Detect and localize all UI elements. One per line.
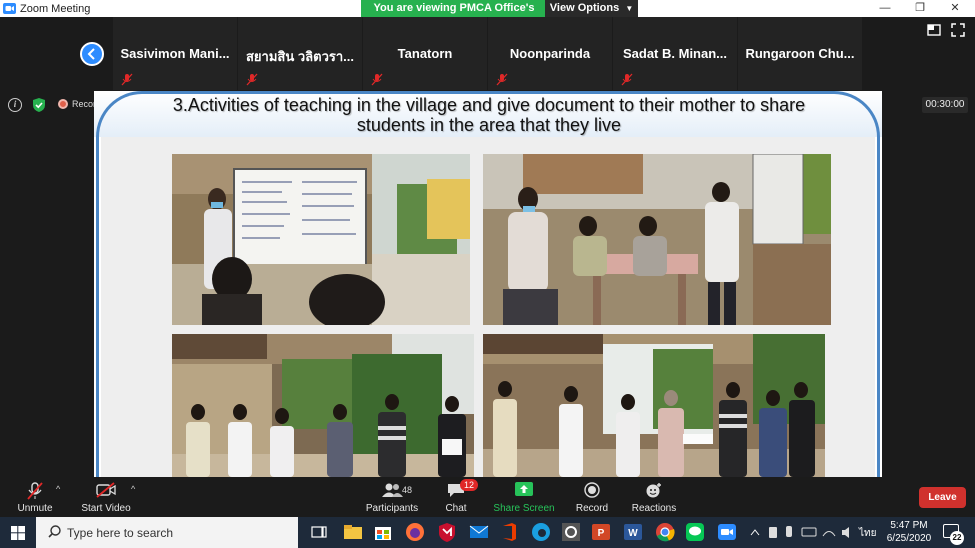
record-button[interactable]: Record <box>570 477 614 517</box>
volume-icon <box>842 527 849 538</box>
meeting-timer: 00:30:00 <box>922 97 968 113</box>
onedrive-icon <box>769 527 777 538</box>
meeting-controls-toolbar: Unmute ^ Start Video ^ Participants 48 C… <box>0 477 975 517</box>
participant-tile[interactable]: Noonparinda <box>488 17 612 90</box>
chevron-left-icon <box>87 48 95 60</box>
zoom-logo-icon <box>3 3 16 14</box>
share-status-label: You are viewing PMCA Office's screen <box>361 0 545 31</box>
photo-teaching-whiteboard <box>172 154 470 325</box>
search-icon <box>48 525 61 538</box>
svg-text:W: W <box>628 528 638 539</box>
file-explorer-icon[interactable] <box>342 521 364 543</box>
start-button[interactable] <box>0 517 36 548</box>
record-icon <box>584 482 600 498</box>
participants-count: 48 <box>402 485 413 495</box>
shared-screen-slide: 3.Activities of teaching in the village … <box>94 91 882 477</box>
recording-dot-icon <box>58 99 68 109</box>
slide-title: 3.Activities of teaching in the village … <box>172 95 806 135</box>
participants-icon <box>382 483 403 497</box>
view-options-button[interactable]: View Options ▼ <box>545 0 638 17</box>
search-placeholder: Type here to search <box>67 526 174 540</box>
mic-muted-icon <box>621 73 633 86</box>
mic-muted-icon <box>371 73 383 86</box>
share-screen-icon <box>515 482 533 496</box>
mic-muted-icon <box>496 73 508 86</box>
notification-count-badge: 22 <box>950 531 964 545</box>
smiley-add-icon <box>646 483 661 498</box>
participant-tile[interactable]: Sasivimon Mani... <box>113 17 237 90</box>
security-shield-icon[interactable] <box>32 97 46 113</box>
photo-document-handover <box>483 334 825 477</box>
task-view-icon[interactable] <box>308 521 330 543</box>
participant-name: Sadat B. Minan... <box>622 46 727 61</box>
participant-name: สยามสิน วลิตวรา... <box>246 49 354 64</box>
screen-share-banner: You are viewing PMCA Office's screen Vie… <box>361 0 638 31</box>
windows-logo-icon <box>11 526 25 540</box>
chevron-down-icon: ▼ <box>625 4 634 13</box>
photo-students-group-holding-papers <box>172 334 474 477</box>
participant-tile[interactable]: สยามสิน วลิตวรา... <box>238 17 362 90</box>
gallery-view-icon[interactable] <box>927 24 941 36</box>
input-language[interactable]: ไทย <box>859 526 876 541</box>
zoom-meeting-window: Zoom Meeting — ❐ ✕ You are viewing PMCA … <box>0 0 975 548</box>
audio-options-caret[interactable]: ^ <box>56 484 60 494</box>
zoom-app-icon[interactable] <box>716 521 738 543</box>
fullscreen-icon[interactable] <box>951 23 965 37</box>
usb-icon <box>786 526 792 537</box>
gallery-previous-button[interactable] <box>80 42 104 66</box>
mic-muted-icon <box>246 73 258 86</box>
participant-tile[interactable]: Rungaroon Chu... <box>738 17 862 90</box>
video-off-icon <box>96 482 116 498</box>
participants-button[interactable]: Participants <box>364 477 420 517</box>
minimize-button[interactable]: — <box>868 0 902 17</box>
mcafee-icon[interactable] <box>436 521 458 543</box>
svg-text:P: P <box>598 528 605 539</box>
show-hidden-icons-icon <box>750 529 760 536</box>
line-app-icon[interactable] <box>684 521 706 543</box>
participant-name: Noonparinda <box>509 46 591 61</box>
close-button[interactable]: ✕ <box>938 0 972 17</box>
chat-unread-badge: 12 <box>460 479 478 491</box>
settings-app-icon[interactable] <box>560 521 582 543</box>
window-title: Zoom Meeting <box>20 2 91 15</box>
participant-name: Rungaroon Chu... <box>745 46 855 61</box>
leave-meeting-button[interactable]: Leave <box>919 487 966 508</box>
photo-outdoor-class-table <box>483 154 831 325</box>
taskbar-search-box[interactable]: Type here to search <box>36 517 298 548</box>
reactions-button[interactable]: Reactions <box>628 477 680 517</box>
windows-taskbar: Type here to search P W ไทย 5:47 PM 6/25… <box>0 517 975 548</box>
mail-icon[interactable] <box>468 521 490 543</box>
share-screen-button[interactable]: Share Screen <box>492 477 556 517</box>
office-icon[interactable] <box>498 521 520 543</box>
system-tray: ไทย <box>748 517 876 548</box>
firefox-icon[interactable] <box>404 521 426 543</box>
chrome-icon[interactable] <box>654 521 676 543</box>
participant-tile[interactable]: Tanatorn <box>363 17 487 90</box>
meeting-info-icon[interactable]: i <box>8 98 22 112</box>
unmute-button[interactable]: Unmute <box>10 477 60 517</box>
wifi-icon <box>822 531 836 537</box>
battery-icon <box>801 527 817 537</box>
word-icon[interactable]: W <box>622 521 644 543</box>
participant-name: Sasivimon Mani... <box>120 46 230 61</box>
participant-tile[interactable]: Sadat B. Minan... <box>613 17 737 90</box>
restore-button[interactable]: ❐ <box>903 0 937 17</box>
mic-muted-icon <box>27 482 43 500</box>
store-icon[interactable] <box>372 521 394 543</box>
edge-icon[interactable] <box>530 521 552 543</box>
participant-name: Tanatorn <box>397 46 453 61</box>
powerpoint-icon[interactable]: P <box>590 521 612 543</box>
mic-muted-icon <box>121 73 133 86</box>
taskbar-clock[interactable]: 5:47 PM 6/25/2020 <box>880 519 938 545</box>
video-options-caret[interactable]: ^ <box>131 484 135 494</box>
start-video-button[interactable]: Start Video <box>78 477 134 517</box>
